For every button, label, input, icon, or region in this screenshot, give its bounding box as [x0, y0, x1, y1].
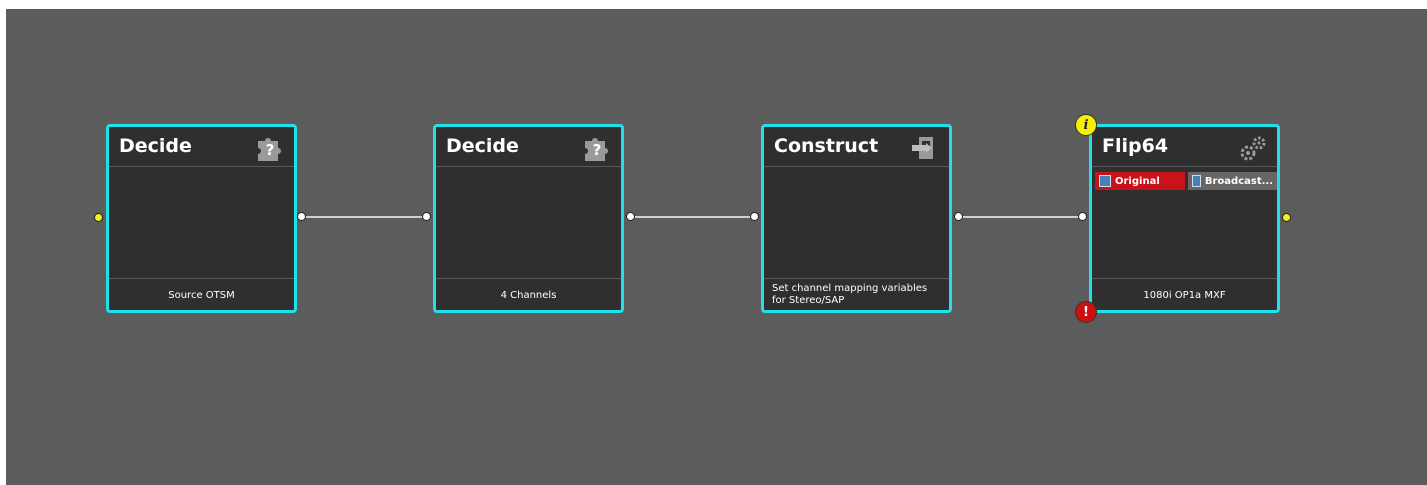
node-footer: 1080i OP1a MXF — [1143, 289, 1226, 301]
tag-label: Original — [1115, 175, 1160, 187]
connection-wire[interactable] — [959, 216, 1080, 218]
film-icon — [1099, 175, 1111, 187]
tag-label: Broadcast... — [1204, 175, 1273, 187]
info-badge[interactable]: i — [1075, 114, 1097, 136]
input-port[interactable] — [1078, 212, 1087, 221]
node-footer: Source OTSM — [168, 289, 235, 301]
gears-icon — [1240, 136, 1266, 161]
node-decide-source[interactable]: Decide ? Source OTSM — [106, 124, 297, 313]
node-footer: Set channel mapping variables for Stereo… — [772, 283, 928, 306]
error-badge[interactable]: ! — [1075, 301, 1097, 323]
node-title: Construct — [774, 135, 879, 157]
node-title: Flip64 — [1102, 135, 1169, 157]
input-port[interactable] — [94, 213, 103, 222]
header-divider — [1092, 166, 1277, 167]
construct-icon — [912, 137, 933, 159]
tag-broadcast[interactable]: Broadcast... — [1188, 172, 1277, 190]
footer-divider — [436, 278, 621, 279]
output-port[interactable] — [626, 212, 635, 221]
output-port[interactable] — [1282, 213, 1291, 222]
connection-wire[interactable] — [631, 216, 752, 218]
node-title: Decide — [446, 135, 519, 157]
svg-text:?: ? — [593, 141, 602, 159]
workflow-canvas[interactable]: Decide ? Source OTSM Decide ? 4 Channels… — [6, 9, 1427, 485]
footer-divider — [764, 278, 949, 279]
footer-divider — [109, 278, 294, 279]
output-port[interactable] — [954, 212, 963, 221]
node-construct[interactable]: Construct Set channel mapping variables … — [761, 124, 952, 313]
connection-wire[interactable] — [303, 216, 424, 218]
svg-text:?: ? — [266, 141, 275, 159]
input-port[interactable] — [422, 212, 431, 221]
puzzle-question-icon: ? — [258, 138, 281, 161]
tag-original[interactable]: Original — [1095, 172, 1185, 190]
node-footer: 4 Channels — [500, 289, 557, 301]
profile-tags: Original Broadcast... — [1095, 172, 1277, 190]
footer-divider — [1092, 278, 1277, 279]
node-decide-channels[interactable]: Decide ? 4 Channels — [433, 124, 624, 313]
input-port[interactable] — [750, 212, 759, 221]
node-title: Decide — [119, 135, 192, 157]
header-divider — [436, 166, 621, 167]
puzzle-question-icon: ? — [585, 138, 608, 161]
header-divider — [764, 166, 949, 167]
film-icon — [1192, 175, 1201, 187]
node-flip64[interactable]: Flip64 Original Broadcast... 1080i OP1a … — [1089, 124, 1280, 313]
header-divider — [109, 166, 294, 167]
output-port[interactable] — [297, 212, 306, 221]
